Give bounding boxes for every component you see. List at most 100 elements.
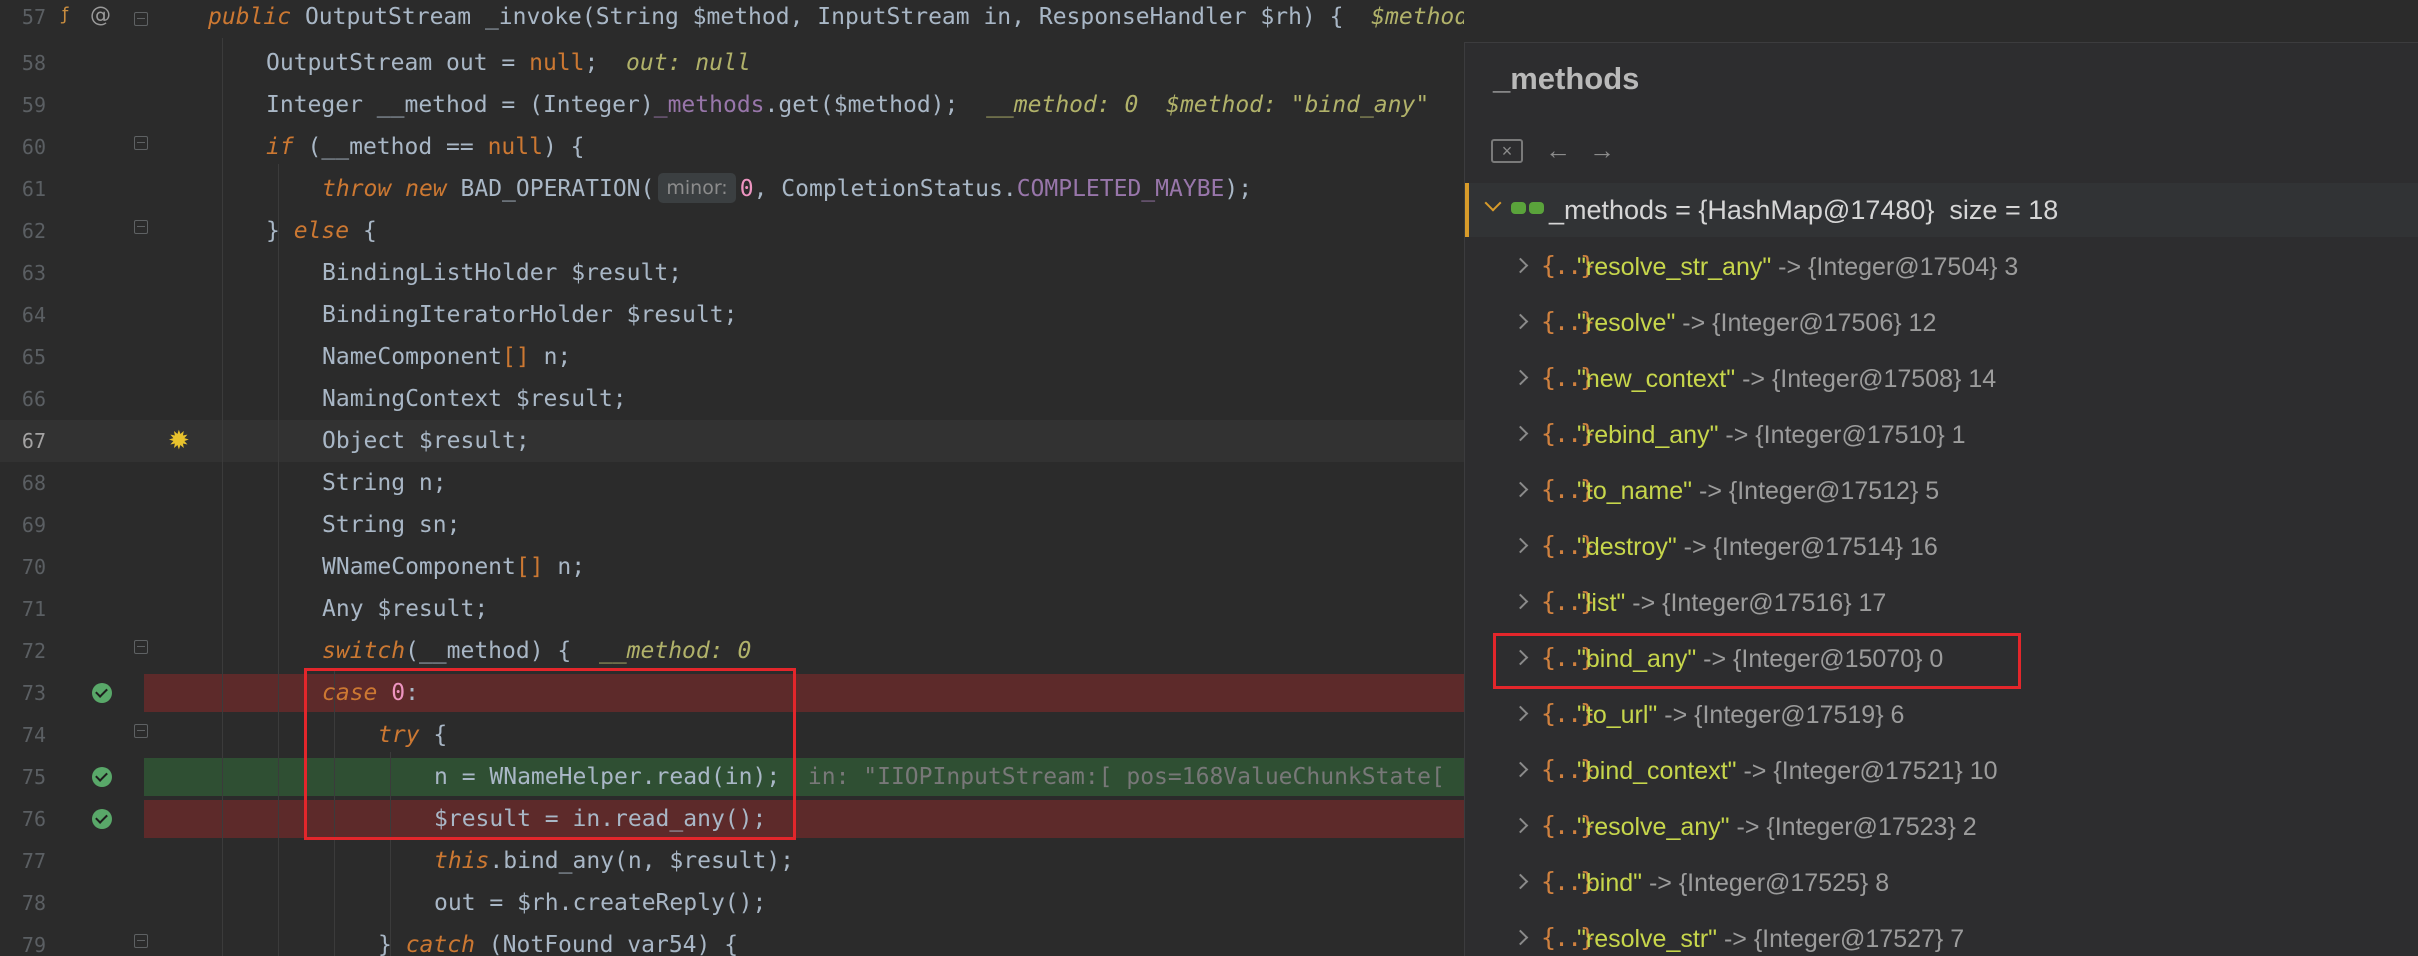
tree-entry-label: "rebind_any" -> {Integer@17510} 1: [1577, 407, 1966, 463]
chevron-right-icon[interactable]: [1512, 537, 1529, 554]
code-text: BindingListHolder $result;: [322, 260, 683, 286]
code-text: out = $rh.createReply();: [434, 890, 767, 916]
breakpoint-verified-icon[interactable]: [92, 767, 112, 787]
entry-value: -> {Integer@17519} 6: [1657, 701, 1905, 729]
code-line: 61 throw new BAD_OPERATION(minor: 0, Comp…: [0, 168, 1464, 210]
popup-title: _methods: [1493, 61, 1640, 96]
tree-entry-row[interactable]: {..} "bind_context" -> {Integer@17521} 10: [1465, 743, 2418, 799]
method-override-icon[interactable]: ƒ: [62, 4, 68, 25]
tree-entry-row[interactable]: {..} "resolve_str_any" -> {Integer@17504}…: [1465, 239, 2418, 295]
tree-entry-row[interactable]: {..} "to_name" -> {Integer@17512} 5: [1465, 463, 2418, 519]
tree-entry-row[interactable]: {..} "list" -> {Integer@17516} 17: [1465, 575, 2418, 631]
fold-marker-icon[interactable]: [134, 640, 148, 654]
chevron-down-icon[interactable]: [1484, 194, 1502, 212]
code-text: $result = in.read_any();: [434, 806, 767, 832]
chevron-right-icon[interactable]: [1512, 593, 1529, 610]
line-number: 63: [21, 261, 46, 285]
chevron-right-icon[interactable]: [1512, 873, 1529, 890]
code-text: case 0:: [322, 680, 419, 706]
breakpoint-verified-icon[interactable]: [92, 683, 112, 703]
tree-entry-label: "bind" -> {Integer@17525} 8: [1577, 855, 1889, 911]
tree-root-row[interactable]: _methods = {HashMap@17480} size = 18: [1465, 183, 2418, 237]
tree-entry-label: "destroy" -> {Integer@17514} 16: [1577, 519, 1938, 575]
forward-arrow-icon[interactable]: →: [1589, 135, 1615, 166]
entry-key: "to_name": [1577, 477, 1693, 505]
root-label: _methods = {HashMap@17480} size = 18: [1549, 195, 2059, 225]
code-text: BindingIteratorHolder $result;: [322, 302, 738, 328]
line-number: 77: [21, 849, 46, 873]
chevron-right-icon[interactable]: [1512, 929, 1529, 946]
line-number: 67: [21, 429, 46, 453]
tree-entry-label: "list" -> {Integer@17516} 17: [1577, 575, 1886, 631]
entry-key: "bind": [1577, 869, 1643, 897]
remove-watch-icon[interactable]: ×: [1491, 139, 1523, 163]
chevron-right-icon[interactable]: [1512, 705, 1529, 722]
annotation-icon[interactable]: @: [90, 3, 111, 27]
code-text: String sn;: [322, 512, 461, 538]
line-number: 61: [21, 177, 46, 201]
parameter-hint: minor:: [658, 173, 736, 203]
chevron-right-icon[interactable]: [1512, 369, 1529, 386]
entry-value: -> {Integer@17521} 10: [1736, 757, 1998, 785]
code-line: 57 public OutputStream _invoke(String $m…: [0, 0, 1464, 38]
code-line-breakpoint: 76 $result = in.read_any();: [0, 798, 1464, 840]
chevron-right-icon[interactable]: [1512, 425, 1529, 442]
code-text: Object $result;: [322, 428, 530, 454]
tree-entry-label: "to_name" -> {Integer@17512} 5: [1577, 463, 1939, 519]
line-number: 73: [21, 681, 46, 705]
tree-entry-row[interactable]: {..} "bind_any" -> {Integer@15070} 0: [1465, 631, 2418, 687]
fold-marker-icon[interactable]: [134, 934, 148, 948]
entry-value: -> {Integer@17514} 16: [1676, 533, 1938, 561]
entry-value: -> {Integer@17510} 1: [1718, 421, 1966, 449]
tree-entry-row[interactable]: {..} "rebind_any" -> {Integer@17510} 1: [1465, 407, 2418, 463]
indent-guide: [278, 164, 279, 956]
fold-marker-icon[interactable]: [134, 12, 148, 26]
chevron-right-icon[interactable]: [1512, 257, 1529, 274]
chevron-right-icon[interactable]: [1512, 481, 1529, 498]
back-arrow-icon[interactable]: ←: [1545, 135, 1571, 166]
entry-value: -> {Integer@17506} 12: [1675, 309, 1937, 337]
code-text: NameComponent[] n;: [322, 344, 572, 370]
chevron-right-icon[interactable]: [1512, 817, 1529, 834]
code-line-execution-point: 75 n = WNameHelper.read(in); in: "IIOPIn…: [0, 756, 1464, 798]
entry-key: "to_url": [1577, 701, 1658, 729]
line-number: 78: [21, 891, 46, 915]
tree-entry-row[interactable]: {..} "resolve_str" -> {Integer@17527} 7: [1465, 911, 2418, 956]
chevron-right-icon[interactable]: [1512, 313, 1529, 330]
indent-guide: [222, 38, 223, 956]
code-text: Any $result;: [322, 596, 489, 622]
code-editor[interactable]: ƒ @ 57 public OutputStream _invoke(Strin…: [0, 0, 1464, 956]
code-line: 71 Any $result;: [0, 588, 1464, 630]
tree-entry-label: "resolve_str_any" -> {Integer@17504} 3: [1577, 239, 2018, 295]
fold-marker-icon[interactable]: [134, 136, 148, 150]
breakpoint-verified-icon[interactable]: [92, 809, 112, 829]
code-text: } else {: [266, 218, 377, 244]
lightbulb-icon[interactable]: ✹: [168, 426, 190, 456]
line-number: 68: [21, 471, 46, 495]
tree-entry-row[interactable]: {..} "new_context" -> {Integer@17508} 14: [1465, 351, 2418, 407]
inline-debug-value: __method: 0: [598, 638, 752, 664]
code-line: 63 BindingListHolder $result;: [0, 252, 1464, 294]
fold-marker-icon[interactable]: [134, 220, 148, 234]
entry-key: "bind_any": [1577, 645, 1697, 673]
entry-value: -> {Integer@17525} 8: [1642, 869, 1890, 897]
tree-entry-row[interactable]: {..} "to_url" -> {Integer@17519} 6: [1465, 687, 2418, 743]
tree-entry-row[interactable]: {..} "resolve" -> {Integer@17506} 12: [1465, 295, 2418, 351]
tree-entry-row[interactable]: {..} "bind" -> {Integer@17525} 8: [1465, 855, 2418, 911]
entry-value: -> {Integer@17512} 5: [1692, 477, 1940, 505]
entry-value: -> {Integer@15070} 0: [1696, 645, 1944, 673]
tree-entry-row[interactable]: {..} "destroy" -> {Integer@17514} 16: [1465, 519, 2418, 575]
debugger-variables-popup[interactable]: _methods × ← → _methods = {HashMap@17480…: [1464, 42, 2418, 956]
tree-entry-label: "new_context" -> {Integer@17508} 14: [1577, 351, 1996, 407]
code-line: 59 Integer __method = (Integer)_methods.…: [0, 84, 1464, 126]
fold-marker-icon[interactable]: [134, 724, 148, 738]
chevron-right-icon[interactable]: [1512, 761, 1529, 778]
code-line: 69 String sn;: [0, 504, 1464, 546]
line-number: 58: [21, 51, 46, 75]
tree-entry-row[interactable]: {..} "resolve_any" -> {Integer@17523} 2: [1465, 799, 2418, 855]
code-text: public OutputStream _invoke(String $meth…: [208, 0, 1464, 38]
watch-glasses-icon: [1511, 198, 1545, 218]
tree-entry-label: "to_url" -> {Integer@17519} 6: [1577, 687, 1904, 743]
entry-key: "resolve": [1577, 309, 1676, 337]
chevron-right-icon[interactable]: [1512, 649, 1529, 666]
